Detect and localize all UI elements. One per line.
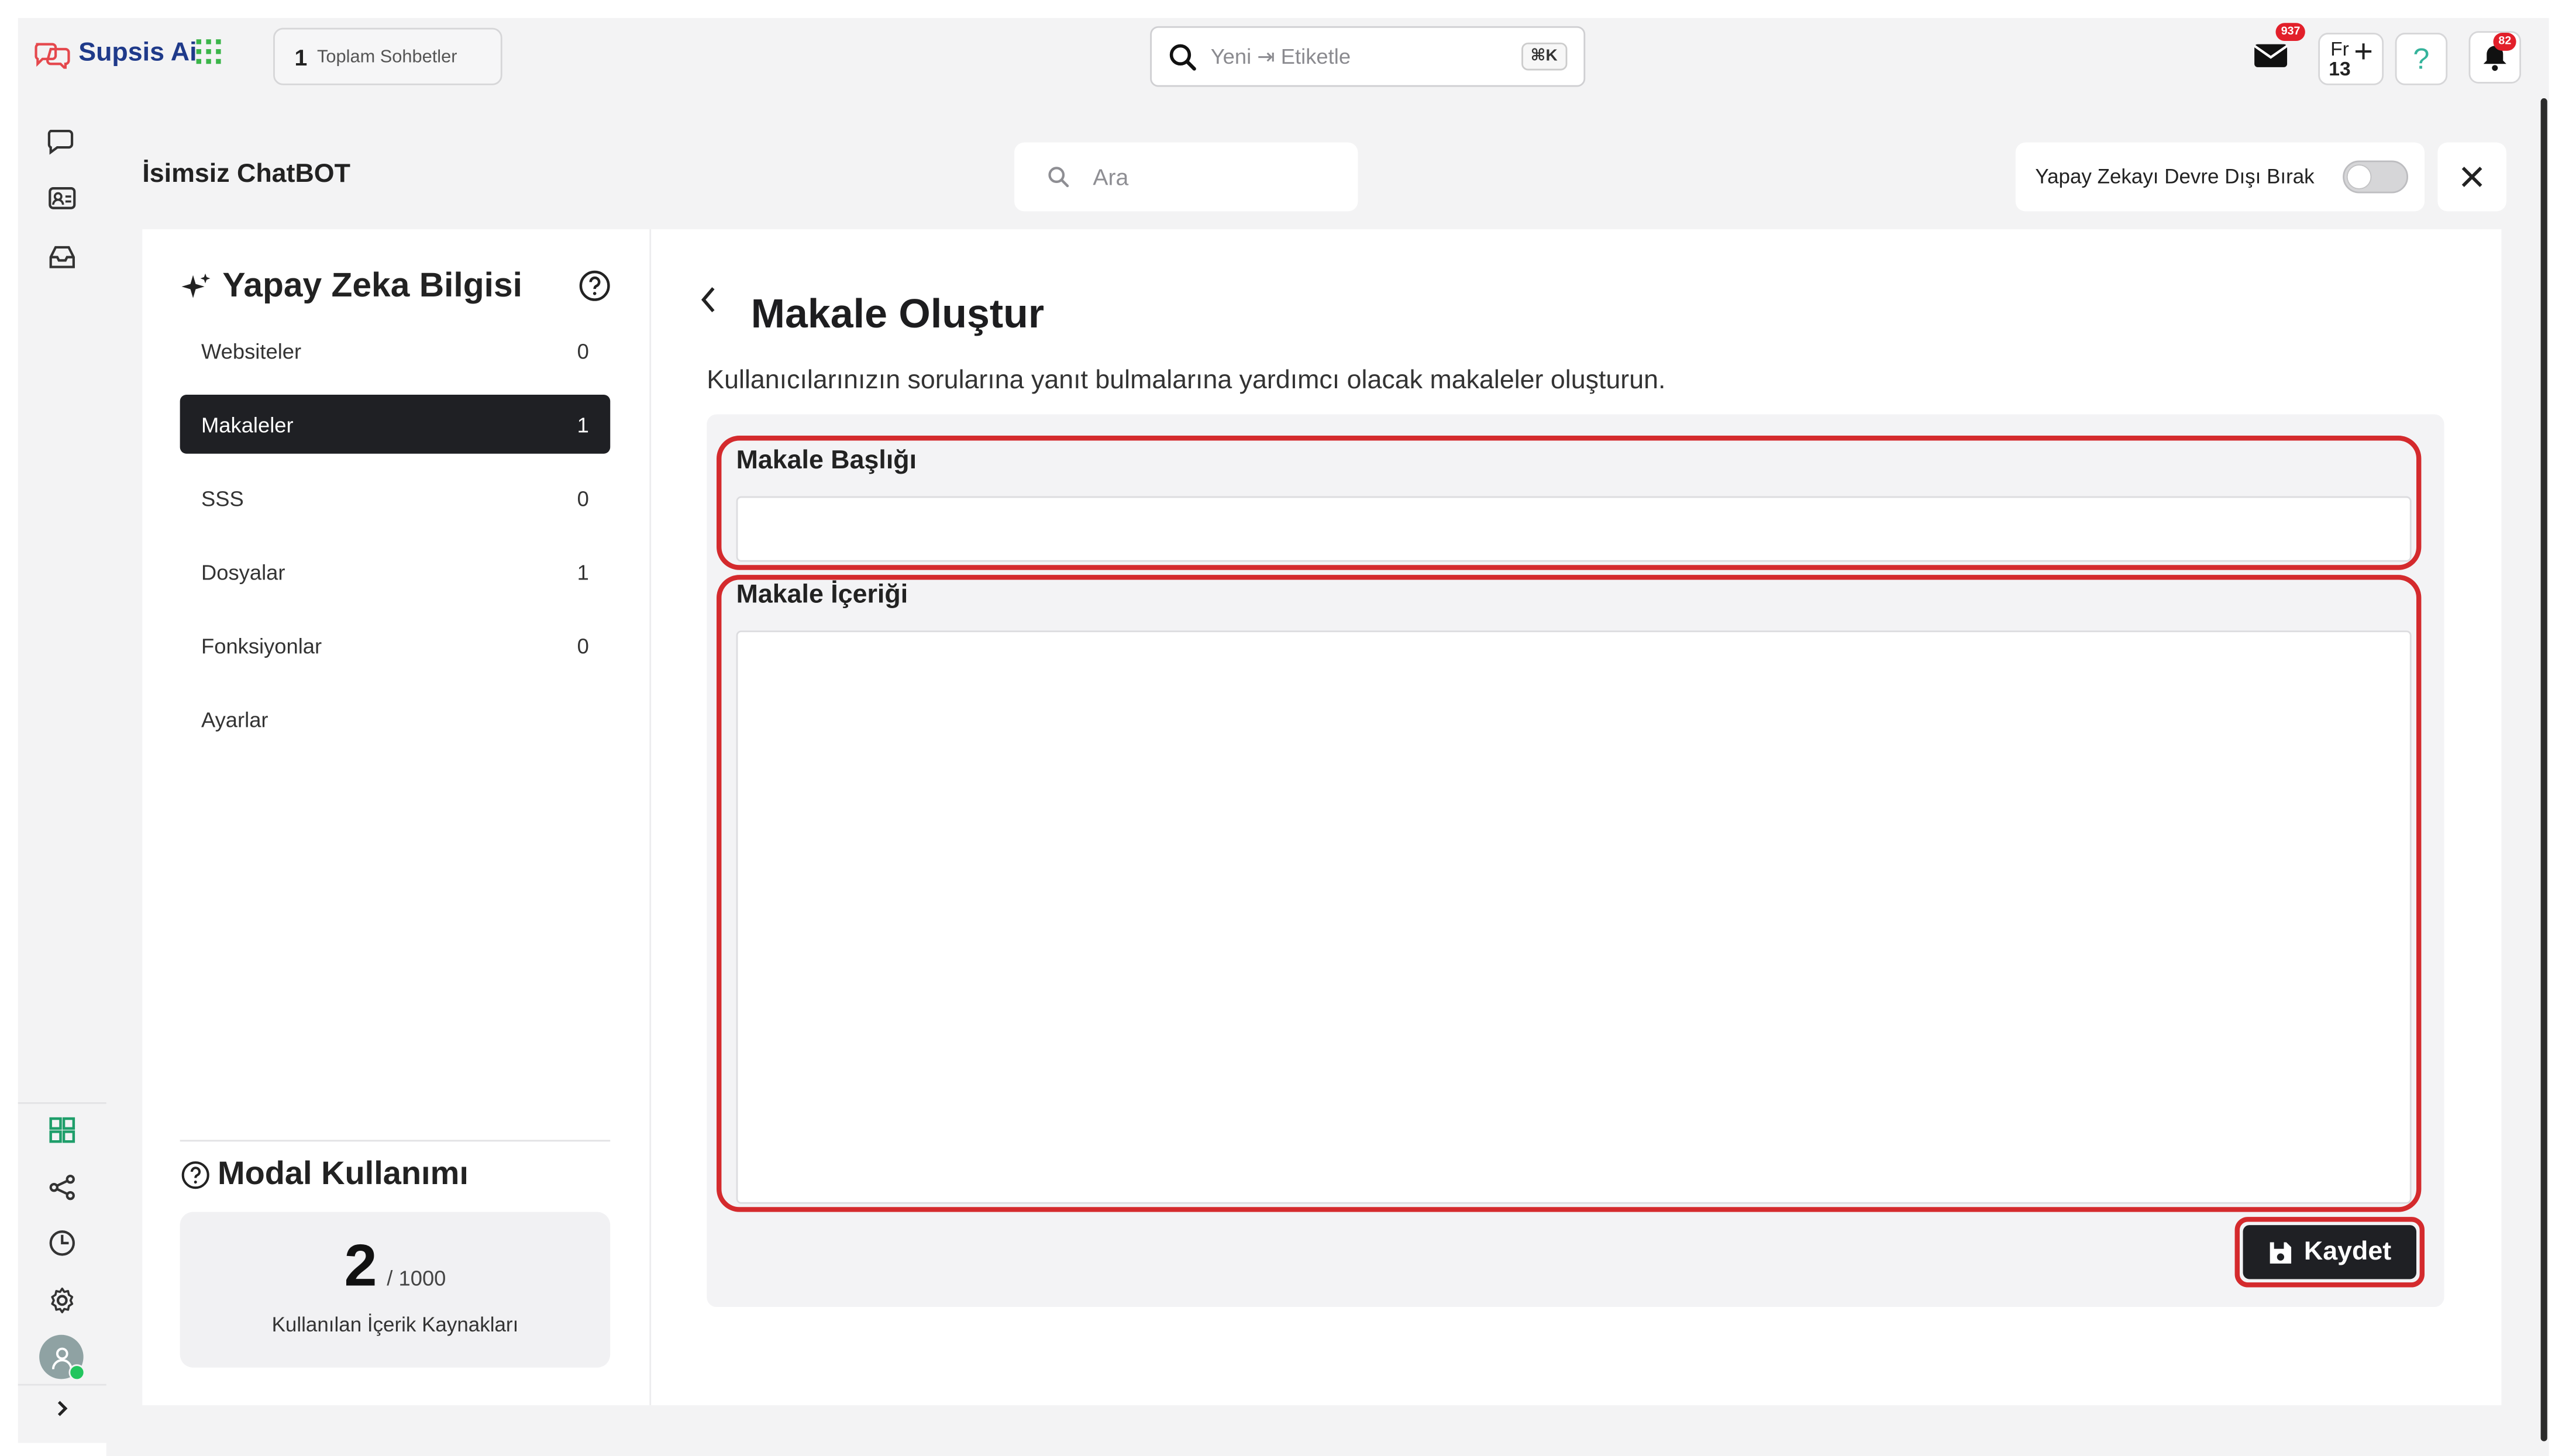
nav-item-fonksiyonlar[interactable]: Fonksiyonlar 0 — [180, 616, 611, 675]
brand-name: Supsis Ai — [78, 39, 197, 67]
content-search-input[interactable]: Ara — [1014, 142, 1358, 212]
ai-disable-switch[interactable] — [2343, 160, 2409, 194]
search-shortcut: ⌘K — [1520, 42, 1568, 71]
total-conversations-pill[interactable]: 1 Toplam Sohbetler — [273, 27, 502, 85]
nav-item-websiteler[interactable]: Websiteler 0 — [180, 321, 611, 380]
usage-limit: / 1000 — [387, 1266, 446, 1291]
inbox-icon — [49, 246, 75, 268]
mail-icon — [2253, 44, 2288, 67]
fr-count: 13 — [2329, 57, 2351, 81]
page-scrollbar[interactable] — [2540, 98, 2547, 1441]
rail-share-button[interactable] — [44, 1169, 81, 1206]
notifications-button[interactable]: 82 — [2468, 31, 2522, 84]
nav-item-ayarlar[interactable]: Ayarlar — [180, 689, 611, 748]
mail-badge: 937 — [2276, 23, 2305, 42]
rail-expand-button[interactable] — [44, 1391, 81, 1427]
brand-logo[interactable]: Supsis Ai — [33, 39, 197, 69]
mail-button[interactable]: 937 — [2246, 23, 2305, 80]
contact-card-icon — [49, 187, 76, 209]
chat-bubble-icon — [47, 129, 74, 155]
nav-item-label: Websiteler — [201, 338, 302, 363]
global-search-placeholder: Yeni ⇥ Etiketle — [1210, 43, 1351, 68]
usage-divider — [180, 1140, 611, 1142]
notifications-badge: 82 — [2494, 33, 2516, 51]
nav-item-label: Dosyalar — [201, 559, 285, 584]
help-button[interactable]: ? — [2395, 33, 2448, 85]
form-description: Kullanıcılarınızın sorularına yanıt bulm… — [707, 367, 1666, 395]
nav-item-count: 1 — [577, 412, 589, 437]
nav-item-label: Ayarlar — [201, 706, 268, 732]
gear-icon — [51, 1287, 74, 1313]
usage-title: Modal Kullanımı — [180, 1156, 469, 1193]
rail-settings-button[interactable] — [44, 1282, 81, 1319]
nav-item-count: 0 — [577, 485, 589, 510]
nav-item-label: Makaleler — [201, 412, 294, 437]
nav-item-makaleler[interactable]: Makaleler 1 — [180, 395, 611, 454]
rail-divider — [18, 1102, 106, 1104]
nav-item-count: 0 — [577, 338, 589, 363]
global-search[interactable]: Yeni ⇥ Etiketle ⌘K — [1150, 26, 1586, 87]
search-icon — [1169, 43, 1196, 70]
save-button-highlight — [2234, 1217, 2425, 1288]
close-button[interactable] — [2437, 142, 2506, 212]
user-icon — [51, 1347, 72, 1369]
search-icon — [1048, 167, 1069, 188]
content-field-highlight — [717, 575, 2422, 1212]
left-rail — [18, 103, 106, 1443]
knowledge-title: Yapay Zeka Bilgisi — [180, 267, 522, 306]
chevron-right-icon — [57, 1400, 68, 1416]
clock-chart-icon — [49, 1230, 75, 1256]
apps-grid-icon[interactable] — [196, 39, 221, 64]
share-icon — [49, 1174, 75, 1200]
nav-item-label: Fonksiyonlar — [201, 633, 322, 658]
help-circle-icon — [579, 270, 610, 301]
rail-dashboard-button[interactable] — [44, 1112, 81, 1148]
rail-contacts-button[interactable] — [44, 180, 81, 216]
close-icon — [2461, 167, 2482, 187]
chevron-left-icon — [701, 287, 715, 312]
knowledge-help-button[interactable] — [577, 268, 612, 311]
user-avatar[interactable] — [39, 1334, 85, 1381]
nav-item-count: 1 — [577, 559, 589, 584]
dashboard-icon — [49, 1117, 75, 1143]
question-icon: ? — [2413, 42, 2430, 75]
title-field-highlight — [717, 436, 2422, 570]
fr-label: Fr — [2330, 37, 2349, 61]
content-search-placeholder: Ara — [1093, 164, 1129, 190]
rail-reports-button[interactable] — [44, 1225, 81, 1261]
conversations-label: Toplam Sohbetler — [317, 46, 457, 67]
nav-item-sss[interactable]: SSS 0 — [180, 468, 611, 527]
usage-count: 2 / 1000 — [180, 1231, 611, 1300]
usage-used: 2 — [344, 1231, 377, 1299]
chat-bubbles-icon — [35, 43, 70, 69]
back-button[interactable] — [698, 285, 718, 324]
plus-icon: + — [2354, 34, 2373, 71]
form-title: Makale Oluştur — [750, 291, 1045, 337]
conversations-count: 1 — [294, 43, 308, 70]
nav-item-count: 0 — [577, 633, 589, 658]
fr-add-button[interactable]: Fr 13 + — [2318, 33, 2384, 85]
knowledge-title-text: Yapay Zeka Bilgisi — [222, 267, 522, 305]
rail-chat-button[interactable] — [44, 123, 81, 159]
ai-disable-toggle-row[interactable]: Yapay Zekayı Devre Dışı Bırak — [2015, 142, 2425, 212]
rail-inbox-button[interactable] — [44, 239, 81, 275]
usage-title-text: Modal Kullanımı — [217, 1156, 469, 1193]
sparkle-icon — [181, 273, 211, 298]
usage-card: 2 / 1000 Kullanılan İçerik Kaynakları — [180, 1212, 611, 1368]
usage-label: Kullanılan İçerik Kaynakları — [271, 1313, 519, 1337]
nav-item-dosyalar[interactable]: Dosyalar 1 — [180, 542, 611, 601]
online-status-dot — [68, 1364, 85, 1381]
rail-divider-bottom — [18, 1383, 106, 1386]
ai-disable-label: Yapay Zekayı Devre Dışı Bırak — [2035, 165, 2315, 189]
help-circle-icon — [181, 1161, 209, 1189]
nav-item-label: SSS — [201, 485, 244, 510]
page-title: İsimsiz ChatBOT — [142, 160, 350, 189]
